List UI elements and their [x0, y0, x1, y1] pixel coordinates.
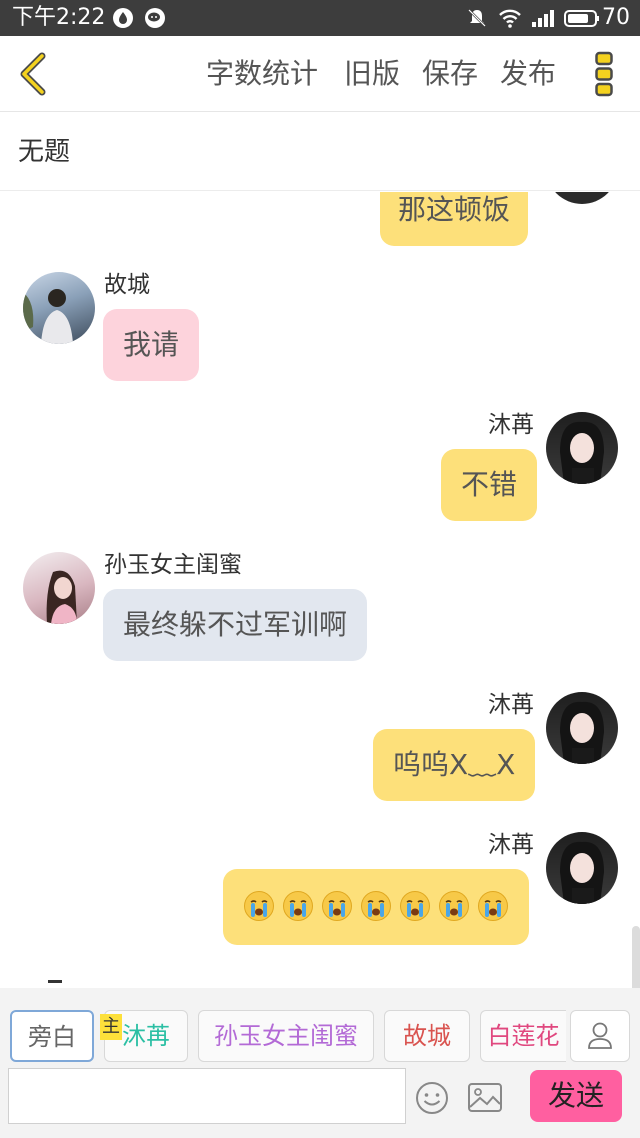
wifi-icon: [499, 9, 521, 28]
avatar-photo-icon: [46, 570, 77, 624]
avatar-muran[interactable]: [546, 692, 618, 764]
message-text: 呜呜X﹏X: [393, 748, 516, 781]
old-version-button[interactable]: 旧版: [344, 56, 400, 92]
role-label: 孙玉女主闺蜜: [214, 1022, 358, 1050]
editor-toolbar: 字数统计 旧版 保存 发布: [0, 36, 640, 112]
crying-face-icon: [244, 891, 274, 921]
notification-drop-icon: [113, 8, 133, 28]
message-bubble[interactable]: 最终躲不过军训啊: [103, 589, 368, 661]
speaker-name: 沐苒: [488, 832, 534, 858]
word-count-button[interactable]: 字数统计: [206, 56, 318, 92]
crying-face-icon: [361, 891, 391, 921]
avatar-photo-icon: [560, 841, 604, 904]
role-label: 白莲花: [487, 1022, 560, 1050]
avatar-photo-icon: [560, 701, 604, 764]
message-input[interactable]: [8, 1068, 406, 1124]
avatar-muran[interactable]: [546, 412, 618, 484]
speaker-name: 孙玉女主闺蜜: [104, 552, 242, 578]
add-role-button[interactable]: [570, 1010, 630, 1062]
role-gucheng-button[interactable]: 故城: [384, 1010, 470, 1062]
message-text: 我请: [123, 328, 180, 361]
message-bubble[interactable]: 呜呜X﹏X: [373, 729, 536, 801]
scrollbar[interactable]: [632, 926, 640, 988]
battery-level: 70: [602, 5, 630, 30]
role-label: 沐苒: [122, 1022, 170, 1050]
avatar-muran[interactable]: [546, 192, 618, 204]
next-message-hint: [48, 980, 62, 983]
back-chevron-icon[interactable]: [12, 50, 56, 98]
battery-icon: [564, 10, 599, 27]
speaker-name: 沐苒: [488, 412, 534, 438]
role-label: 旁白: [28, 1023, 76, 1051]
message-bubble[interactable]: 我请: [103, 309, 200, 381]
crying-face-icon: [322, 891, 352, 921]
speaker-name: 故城: [104, 272, 150, 298]
send-button[interactable]: 发送: [530, 1070, 622, 1122]
message-bubble[interactable]: [223, 869, 529, 945]
document-title-bar[interactable]: 无题: [0, 113, 640, 191]
role-sunyu-friend-button[interactable]: 孙玉女主闺蜜: [198, 1010, 374, 1062]
wechat-icon: [145, 8, 165, 28]
role-narration-button[interactable]: 旁白: [10, 1010, 94, 1062]
crying-face-icon: [283, 891, 313, 921]
avatar-muran[interactable]: [546, 832, 618, 904]
mute-bell-icon: [468, 9, 486, 27]
status-bar: 下午2:22 70: [0, 0, 640, 36]
message-text: 不错: [461, 468, 518, 501]
role-label: 故城: [403, 1022, 451, 1050]
message-text: 最终躲不过军训啊: [123, 608, 348, 641]
crying-face-icon: [400, 891, 430, 921]
message-bubble[interactable]: 那这顿饭: [380, 192, 529, 246]
main-character-badge: 主: [100, 1014, 122, 1040]
chat-area[interactable]: 那这顿饭 故城 我请 沐苒 不错 孙玉女主闺蜜 最终躲不过军训啊 沐苒 呜呜X﹏…: [0, 192, 640, 988]
message-text: 那这顿饭: [398, 193, 511, 226]
person-icon: [588, 1022, 612, 1049]
document-title[interactable]: 无题: [18, 135, 70, 169]
message-bubble[interactable]: 不错: [441, 449, 538, 521]
more-menu-icon[interactable]: [594, 50, 614, 98]
speaker-name: 沐苒: [488, 692, 534, 718]
avatar-photo-icon: [560, 421, 604, 484]
avatar-gucheng[interactable]: [23, 272, 95, 344]
crying-face-icon: [478, 891, 508, 921]
status-time: 下午2:22: [12, 5, 106, 30]
emoji-icon[interactable]: [414, 1080, 450, 1116]
avatar-photo-icon: [23, 289, 73, 344]
avatar-sunyu-friend[interactable]: [23, 552, 95, 624]
crying-face-icon: [439, 891, 469, 921]
signal-icon: [532, 10, 554, 27]
publish-button[interactable]: 发布: [500, 56, 556, 92]
save-button[interactable]: 保存: [422, 56, 478, 92]
role-bailianhua-button[interactable]: 白莲花: [480, 1010, 566, 1062]
composer-area: 旁白 沐苒 主 孙玉女主闺蜜 故城 白莲花 发送: [0, 988, 640, 1138]
image-icon[interactable]: [466, 1080, 504, 1116]
